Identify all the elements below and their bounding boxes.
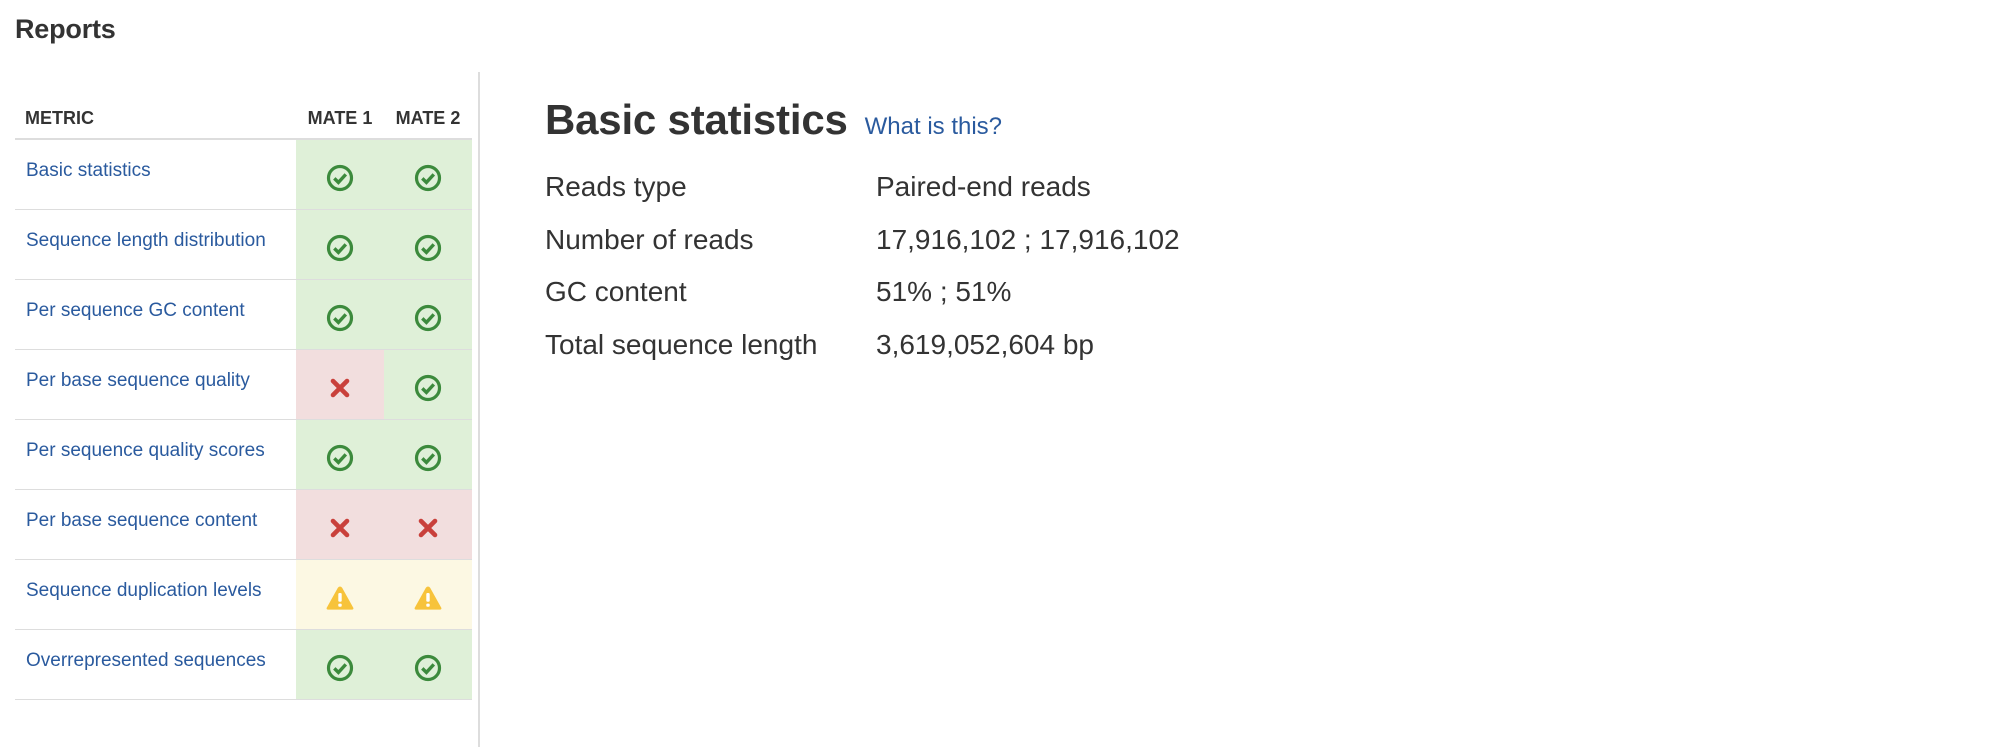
details-header: Basic statistics What is this? bbox=[545, 96, 1945, 144]
check-circle-icon bbox=[326, 444, 354, 471]
check-circle-icon bbox=[414, 374, 442, 401]
mate2-status-cell bbox=[384, 559, 472, 630]
mate1-status-cell bbox=[296, 559, 384, 630]
stat-value: 51% ; 51% bbox=[876, 276, 1012, 308]
details-title: Basic statistics bbox=[545, 96, 848, 143]
mate1-status-cell bbox=[296, 209, 384, 280]
x-mark-icon bbox=[330, 518, 350, 537]
page-title: Reports bbox=[15, 14, 116, 44]
warning-triangle-icon bbox=[414, 586, 442, 610]
check-circle-icon bbox=[326, 234, 354, 261]
check-circle-icon bbox=[414, 234, 442, 261]
stat-label: Reads type bbox=[545, 171, 687, 203]
metric-link-sequence-length-distribution[interactable]: Sequence length distribution bbox=[26, 230, 266, 251]
stat-row-reads-type: Reads type Paired-end reads bbox=[545, 161, 1945, 214]
stat-label: Number of reads bbox=[545, 223, 754, 255]
metric-cell: Overrepresented sequences bbox=[15, 629, 296, 700]
mate2-status-cell bbox=[384, 629, 472, 700]
metrics-table-body: Basic statistics Sequence length distrib… bbox=[15, 139, 472, 700]
warning-triangle-icon bbox=[326, 586, 354, 610]
stat-row-total-sequence-length: Total sequence length 3,619,052,604 bp bbox=[545, 319, 1945, 372]
table-row: Per sequence GC content bbox=[15, 279, 472, 350]
metric-link-per-base-sequence-content[interactable]: Per base sequence content bbox=[26, 510, 257, 531]
mate1-status-cell bbox=[296, 279, 384, 350]
mate2-status-cell bbox=[384, 209, 472, 280]
metric-link-per-sequence-quality-scores[interactable]: Per sequence quality scores bbox=[26, 440, 265, 461]
check-circle-icon bbox=[326, 654, 354, 681]
check-circle-icon bbox=[326, 304, 354, 331]
metric-cell: Basic statistics bbox=[15, 139, 296, 210]
metric-cell: Per sequence quality scores bbox=[15, 419, 296, 490]
mate1-status-cell bbox=[296, 419, 384, 490]
mate2-status-cell bbox=[384, 139, 472, 210]
check-circle-icon bbox=[414, 654, 442, 681]
stat-row-number-of-reads: Number of reads 17,916,102 ; 17,916,102 bbox=[545, 214, 1945, 267]
metrics-header-row: METRIC MATE 1 MATE 2 bbox=[15, 72, 472, 140]
x-mark-icon bbox=[330, 378, 350, 397]
check-circle-icon bbox=[326, 164, 354, 191]
metric-link-per-sequence-gc-content[interactable]: Per sequence GC content bbox=[26, 300, 245, 321]
stat-value: Paired-end reads bbox=[876, 171, 1091, 203]
metric-link-per-base-sequence-quality[interactable]: Per base sequence quality bbox=[26, 370, 250, 391]
table-row: Sequence length distribution bbox=[15, 209, 472, 280]
mate1-status-cell bbox=[296, 139, 384, 210]
metric-link-overrepresented-sequences[interactable]: Overrepresented sequences bbox=[26, 650, 266, 671]
table-row: Sequence duplication levels bbox=[15, 559, 472, 630]
x-mark-icon bbox=[418, 518, 438, 537]
check-circle-icon bbox=[414, 164, 442, 191]
mate1-status-cell bbox=[296, 629, 384, 700]
mate2-status-cell bbox=[384, 489, 472, 560]
check-circle-icon bbox=[414, 304, 442, 331]
stat-label: Total sequence length bbox=[545, 328, 818, 360]
stat-value: 17,916,102 ; 17,916,102 bbox=[876, 223, 1180, 255]
metrics-panel: METRIC MATE 1 MATE 2 Basic statistics Se… bbox=[15, 72, 480, 747]
metric-cell: Per base sequence quality bbox=[15, 349, 296, 420]
metric-link-sequence-duplication-levels[interactable]: Sequence duplication levels bbox=[26, 580, 262, 601]
stat-value: 3,619,052,604 bp bbox=[876, 328, 1094, 360]
mate1-status-cell bbox=[296, 489, 384, 560]
table-row: Basic statistics bbox=[15, 139, 472, 210]
metric-link-basic-statistics[interactable]: Basic statistics bbox=[26, 160, 151, 181]
mate2-status-cell bbox=[384, 279, 472, 350]
what-is-this-link[interactable]: What is this? bbox=[865, 113, 1002, 141]
column-header-metric: METRIC bbox=[15, 72, 296, 140]
table-row: Per base sequence content bbox=[15, 489, 472, 560]
column-header-mate2: MATE 2 bbox=[384, 72, 472, 140]
metrics-table: METRIC MATE 1 MATE 2 Basic statistics Se… bbox=[15, 72, 472, 700]
metric-cell: Per base sequence content bbox=[15, 489, 296, 560]
table-row: Overrepresented sequences bbox=[15, 629, 472, 700]
stats-list: Reads type Paired-end reads Number of re… bbox=[545, 161, 1945, 371]
mate2-status-cell bbox=[384, 419, 472, 490]
mate2-status-cell bbox=[384, 349, 472, 420]
details-panel: Basic statistics What is this? Reads typ… bbox=[545, 96, 1945, 371]
mate1-status-cell bbox=[296, 349, 384, 420]
check-circle-icon bbox=[414, 444, 442, 471]
metric-cell: Per sequence GC content bbox=[15, 279, 296, 350]
stat-label: GC content bbox=[545, 276, 687, 308]
table-row: Per sequence quality scores bbox=[15, 419, 472, 490]
metric-cell: Sequence duplication levels bbox=[15, 559, 296, 630]
column-header-mate1: MATE 1 bbox=[296, 72, 384, 140]
table-row: Per base sequence quality bbox=[15, 349, 472, 420]
metric-cell: Sequence length distribution bbox=[15, 209, 296, 280]
stat-row-gc-content: GC content 51% ; 51% bbox=[545, 266, 1945, 319]
